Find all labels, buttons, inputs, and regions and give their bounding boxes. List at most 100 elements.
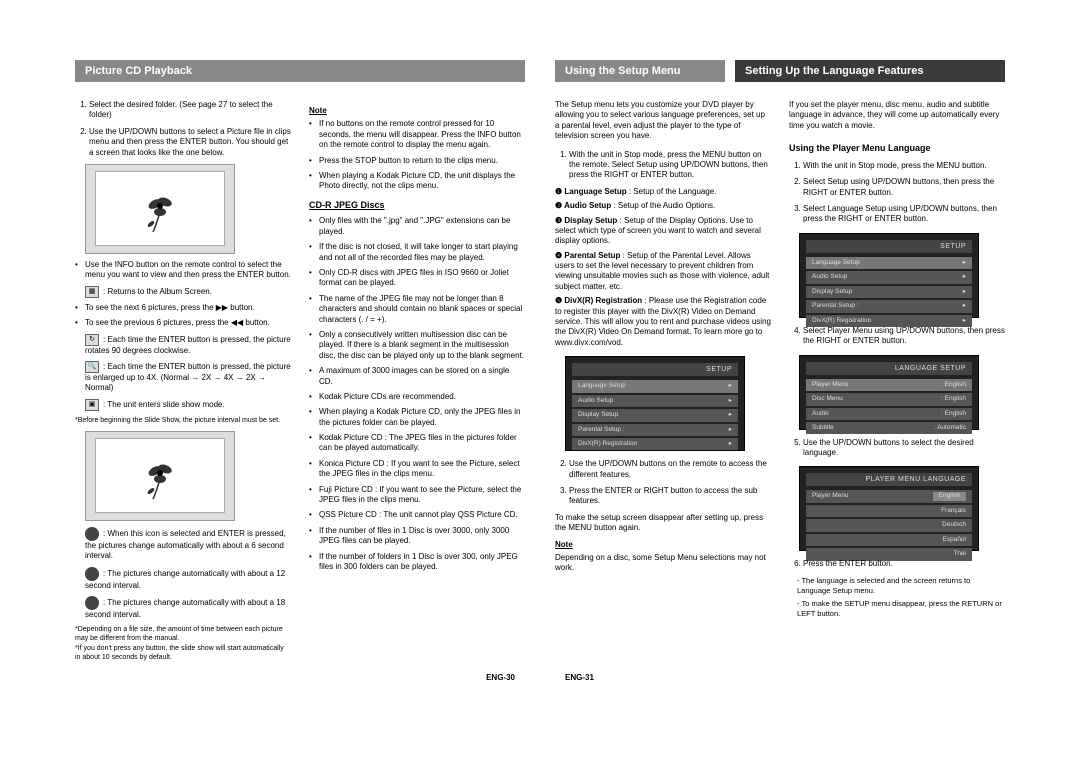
right-col-2: If you set the player menu, disc menu, a… xyxy=(789,100,1005,623)
opt4-label: ❹ Parental Setup xyxy=(555,251,620,260)
note-label-right: Note xyxy=(555,540,771,550)
osd4-de: Deutsch xyxy=(942,521,966,529)
rotate-icon: ↻ xyxy=(85,334,99,346)
slide-c: : The pictures change automatically with… xyxy=(85,598,285,619)
step-2: Use the UP/DOWN buttons to select a Pict… xyxy=(89,127,291,158)
setup-step-3: Press the ENTER or RIGHT button to acces… xyxy=(569,486,771,507)
lang-step-3: Select Language Setup using UP/DOWN butt… xyxy=(803,204,1005,225)
osd2-row-lang: Language Setup xyxy=(812,259,860,267)
osd-title-setup: SETUP xyxy=(572,363,738,376)
zoom-icon: 🔍 xyxy=(85,361,99,373)
step-1: Select the desired folder. (See page 27 … xyxy=(89,100,291,121)
osd-row-lang: Language Setup xyxy=(578,382,626,390)
page-right: Using the Setup Menu Setting Up the Lang… xyxy=(555,60,1005,662)
osd-setup-screen-2: SETUP Language Setup▸ Audio Setup▸ Displ… xyxy=(799,233,979,318)
album-icon: ▦ xyxy=(85,286,99,298)
osd-row-audio: Audio Setup xyxy=(578,397,613,405)
header-setup-menu: Using the Setup Menu xyxy=(555,60,725,82)
sample-screen-photo-2 xyxy=(85,431,235,521)
close-setup: To make the setup screen disappear after… xyxy=(555,513,771,534)
osd3-pm-v: : English xyxy=(941,381,966,389)
osd2-row-audio: Audio Setup xyxy=(812,273,847,281)
slide-b: : The pictures change automatically with… xyxy=(85,569,285,590)
cdr-4: The name of the JPEG file may not be lon… xyxy=(309,294,525,325)
osd3-dm: Disc Menu xyxy=(812,395,843,403)
osd3-au-v: : English xyxy=(941,410,966,418)
slideshow-icon: ▣ xyxy=(85,399,99,411)
cdr-5: Only a consecutively written multisessio… xyxy=(309,330,525,361)
osd-langsetup-screen: LANGUAGE SETUP Player Menu : English Disc… xyxy=(799,355,979,430)
osd-row-parental: Parental Setup : xyxy=(578,426,625,434)
header-picture-cd: Picture CD Playback xyxy=(75,60,525,82)
osd-title-setup-2: SETUP xyxy=(806,240,972,253)
sample-screen-photo-1 xyxy=(85,164,235,254)
osd-title-langsetup: LANGUAGE SETUP xyxy=(806,362,972,375)
cdr-11: Fuji Picture CD : If you want to see the… xyxy=(309,485,525,506)
osd4-es: Español xyxy=(943,536,967,544)
opt2-desc: : Setup of the Audio Options. xyxy=(611,201,715,210)
note-label: Note xyxy=(309,106,525,116)
cdr-8: When playing a Kodak Picture CD, only th… xyxy=(309,407,525,428)
lang-step-6: Press the ENTER button. xyxy=(803,559,1005,569)
cdr-10: Konica Picture CD : If you want to see t… xyxy=(309,459,525,480)
page-left: Picture CD Playback Select the desired f… xyxy=(75,60,525,662)
note-3: When playing a Kodak Picture CD, the uni… xyxy=(309,171,525,192)
osd-row-display: Display Setup xyxy=(578,411,618,419)
setup-step-1: With the unit in Stop mode, press the ME… xyxy=(569,150,771,181)
icon-desc-5: : Each time the ENTER button is pressed,… xyxy=(85,362,291,392)
cdr-6: A maximum of 3000 images can be stored o… xyxy=(309,366,525,387)
slide-note: *Before beginning the Slide Show, the pi… xyxy=(75,416,291,425)
icon-desc-6: : The unit enters slide show mode. xyxy=(103,400,225,409)
osd3-dm-v: : English xyxy=(941,395,966,403)
osd3-au: Audio xyxy=(812,410,829,418)
osd-pml-screen: PLAYER MENU LANGUAGE Player MenuEnglish … xyxy=(799,466,979,551)
lang-step-2: Select Setup using UP/DOWN buttons, then… xyxy=(803,177,1005,198)
page-num-left: ENG-30 xyxy=(486,673,515,682)
left-col-1: Select the desired folder. (See page 27 … xyxy=(75,100,291,662)
lang-step-6b: - To make the SETUP menu disappear, pres… xyxy=(789,599,1005,619)
opt1-desc: : Setup of the Language. xyxy=(627,187,717,196)
cdr-13: If the number of files in 1 Disc is over… xyxy=(309,526,525,547)
info-text: Use the INFO button on the remote contro… xyxy=(75,260,291,281)
opt5-label: ❺ DivX(R) Registration xyxy=(555,296,642,305)
opt2-label: ❷ Audio Setup xyxy=(555,201,611,210)
lang-step-6a: - The language is selected and the scree… xyxy=(789,576,1005,596)
foot1: *Depending on a file size, the amount of… xyxy=(75,625,291,643)
cdr-3: Only CD-R discs with JPEG files in ISO 9… xyxy=(309,268,525,289)
cdr-9: Kodak Picture CD : The JPEG files in the… xyxy=(309,433,525,454)
note-right: Depending on a disc, some Setup Menu sel… xyxy=(555,553,771,574)
osd4-pm: Player Menu xyxy=(812,492,849,500)
prev6: To see the previous 6 pictures, press th… xyxy=(75,318,291,328)
slide-a: : When this icon is selected and ENTER i… xyxy=(85,529,286,560)
lang-intro: If you set the player menu, disc menu, a… xyxy=(789,100,1005,131)
page-num-right: ENG-31 xyxy=(565,673,594,682)
cdr-14: If the number of folders in 1 Disc is ov… xyxy=(309,552,525,573)
osd-row-divx: DivX(R) Registration xyxy=(578,440,637,448)
header-language-features: Setting Up the Language Features xyxy=(735,60,1005,82)
osd2-row-parental: Parental Setup : xyxy=(812,302,859,310)
setup-intro: The Setup menu lets you customize your D… xyxy=(555,100,771,142)
osd2-row-display: Display Setup xyxy=(812,288,852,296)
osd4-en: English xyxy=(933,492,966,500)
osd3-su-v: : Automatic xyxy=(934,424,966,432)
osd-setup-screen: SETUP Language Setup▸ Audio Setup▸ Displ… xyxy=(565,356,745,451)
osd4-th: Thai xyxy=(953,550,966,558)
cdr-12: QSS Picture CD : The unit cannot play QS… xyxy=(309,510,525,520)
icon-desc-4: : Each time the ENTER button is pressed,… xyxy=(85,335,291,355)
osd-title-pml: PLAYER MENU LANGUAGE xyxy=(806,473,972,486)
cdr-heading: CD-R JPEG Discs xyxy=(309,200,525,212)
osd3-su: Subtitle xyxy=(812,424,834,432)
lang-step-4: Select Player Menu using UP/DOWN buttons… xyxy=(803,326,1005,347)
note-2: Press the STOP button to return to the c… xyxy=(309,156,525,166)
osd2-row-divx: DivX(R) Registration xyxy=(812,317,871,325)
osd3-pm: Player Menu xyxy=(812,381,849,389)
opt1-label: ❶ Language Setup xyxy=(555,187,627,196)
cdr-7: Kodak Picture CDs are recommended. xyxy=(309,392,525,402)
timer-18s-icon xyxy=(85,596,99,610)
opt3-label: ❸ Display Setup xyxy=(555,216,617,225)
right-col-1: The Setup menu lets you customize your D… xyxy=(555,100,771,623)
setup-step-2: Use the UP/DOWN buttons on the remote to… xyxy=(569,459,771,480)
lang-step-5: Use the UP/DOWN buttons to select the de… xyxy=(803,438,1005,459)
timer-6s-icon xyxy=(85,527,99,541)
cdr-1: Only files with the ".jpg" and ".JPG" ex… xyxy=(309,216,525,237)
